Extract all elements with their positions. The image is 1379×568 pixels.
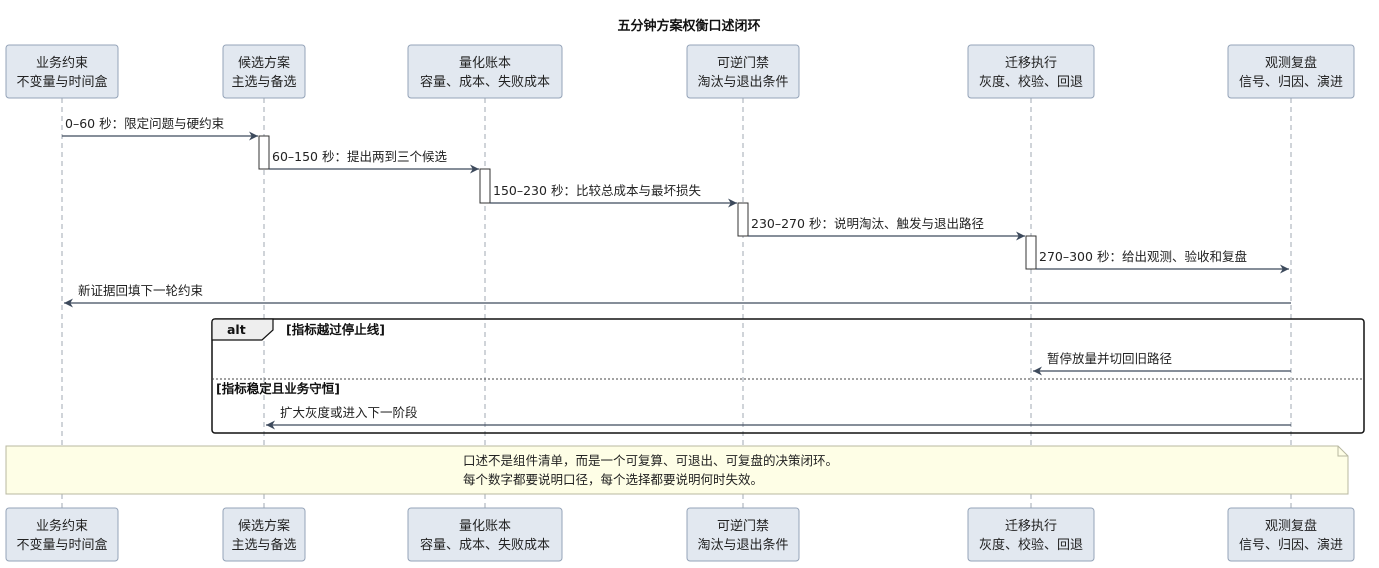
participant-box xyxy=(222,507,306,562)
activation-bar-p3 xyxy=(737,202,749,237)
participant-subtitle: 信号、归因、演进 xyxy=(1239,537,1343,553)
participant-subtitle: 容量、成本、失败成本 xyxy=(420,537,550,553)
activation-bar-p4 xyxy=(1025,235,1037,270)
participant-subtitle: 不变量与时间盒 xyxy=(16,74,107,90)
participant-name: 量化账本 xyxy=(459,56,511,71)
participant-subtitle: 主选与备选 xyxy=(231,537,296,553)
activation-bar-p2 xyxy=(479,168,491,204)
participant-box xyxy=(5,507,119,562)
activation-bar-p1 xyxy=(258,135,270,170)
participant-box xyxy=(1227,507,1355,562)
message-label: 230–270 秒：说明淘汰、触发与退出路径 xyxy=(751,216,984,231)
alt-keyword: alt xyxy=(227,322,246,337)
participant-name: 业务约束 xyxy=(36,518,88,534)
participant-subtitle: 主选与备选 xyxy=(231,74,296,90)
participant-name: 迁移执行 xyxy=(1005,56,1057,71)
message: 230–270 秒：说明淘汰、触发与退出路径 xyxy=(748,216,1025,241)
participant-name: 候选方案 xyxy=(238,518,290,534)
participant-subtitle: 灰度、校验、回退 xyxy=(979,74,1083,90)
note-line-2: 每个数字都要说明口径，每个选择都要说明何时失效。 xyxy=(463,472,763,487)
participant-box xyxy=(407,507,563,562)
participant-name: 可逆门禁 xyxy=(717,55,769,71)
message: 60–150 秒：提出两到三个候选 xyxy=(269,149,479,174)
alt-messages: 暂停放量并切回旧路径扩大灰度或进入下一阶段 xyxy=(266,351,1291,430)
participant-subtitle: 信号、归因、演进 xyxy=(1239,74,1343,90)
participant-subtitle: 淘汰与退出条件 xyxy=(697,74,788,90)
message-label: 新证据回填下一轮约束 xyxy=(78,283,204,298)
participant-box xyxy=(5,44,119,99)
note: 口述不是组件清单，而是一个可复算、可退出、可复盘的决策闭环。 每个数字都要说明口… xyxy=(5,445,1349,495)
message: 0–60 秒：限定问题与硬约束 xyxy=(62,116,258,141)
participant-top-p1: 候选方案主选与备选 xyxy=(222,44,306,99)
participant-name: 候选方案 xyxy=(238,55,290,71)
participant-box xyxy=(407,44,563,99)
alt-guard-2: [指标稳定且业务守恒] xyxy=(216,381,340,396)
diagram-title: 五分钟方案权衡口述闭环 xyxy=(617,18,760,34)
participant-bottom-p4: 迁移执行灰度、校验、回退 xyxy=(967,507,1095,562)
message-label: 270–300 秒：给出观测、验收和复盘 xyxy=(1039,249,1247,264)
participant-box xyxy=(967,507,1095,562)
participant-name: 业务约束 xyxy=(36,55,88,71)
sequence-diagram: 五分钟方案权衡口述闭环 业务约束不变量与时间盒候选方案主选与备选量化账本容量、成… xyxy=(5,18,1365,562)
participants-top: 业务约束不变量与时间盒 候选方案主选与备选 量化账本容量、成本、失败成本 可逆门禁淘汰… xyxy=(5,44,1355,99)
participants-bottom: 业务约束不变量与时间盒 候选方案主选与备选 量化账本容量、成本、失败成本 可逆门禁淘汰… xyxy=(5,507,1355,562)
message: 150–230 秒：比较总成本与最坏损失 xyxy=(490,183,737,208)
participant-name: 观测复盘 xyxy=(1265,55,1317,71)
participant-subtitle: 容量、成本、失败成本 xyxy=(420,74,550,90)
participant-name: 迁移执行 xyxy=(1005,519,1057,534)
message: 270–300 秒：给出观测、验收和复盘 xyxy=(1036,249,1289,274)
message: 暂停放量并切回旧路径 xyxy=(1033,351,1291,376)
participant-box xyxy=(222,44,306,99)
participant-box xyxy=(967,44,1095,99)
message: 新证据回填下一轮约束 xyxy=(64,283,1291,308)
participant-top-p5: 观测复盘信号、归因、演进 xyxy=(1227,44,1355,99)
participant-box xyxy=(1227,44,1355,99)
participant-top-p4: 迁移执行灰度、校验、回退 xyxy=(967,44,1095,99)
participant-subtitle: 灰度、校验、回退 xyxy=(979,537,1083,553)
participant-box xyxy=(686,44,800,99)
participant-subtitle: 不变量与时间盒 xyxy=(16,537,107,553)
message: 扩大灰度或进入下一阶段 xyxy=(266,405,1291,430)
message-label: 150–230 秒：比较总成本与最坏损失 xyxy=(493,183,701,198)
participant-name: 可逆门禁 xyxy=(717,518,769,534)
participant-bottom-p0: 业务约束不变量与时间盒 xyxy=(5,507,119,562)
participant-top-p3: 可逆门禁淘汰与退出条件 xyxy=(686,44,800,99)
participant-box xyxy=(686,507,800,562)
message-label: 暂停放量并切回旧路径 xyxy=(1047,351,1172,366)
note-line-1: 口述不是组件清单，而是一个可复算、可退出、可复盘的决策闭环。 xyxy=(463,453,838,468)
messages: 0–60 秒：限定问题与硬约束 60–150 秒：提出两到三个候选 150–230 … xyxy=(62,116,1291,308)
participant-name: 观测复盘 xyxy=(1265,518,1317,534)
message-label: 60–150 秒：提出两到三个候选 xyxy=(272,149,447,164)
message-label: 扩大灰度或进入下一阶段 xyxy=(280,405,418,420)
participant-top-p2: 量化账本容量、成本、失败成本 xyxy=(407,44,563,99)
participant-bottom-p3: 可逆门禁淘汰与退出条件 xyxy=(686,507,800,562)
participant-top-p0: 业务约束不变量与时间盒 xyxy=(5,44,119,99)
participant-name: 量化账本 xyxy=(459,519,511,534)
participant-bottom-p2: 量化账本容量、成本、失败成本 xyxy=(407,507,563,562)
participant-bottom-p5: 观测复盘信号、归因、演进 xyxy=(1227,507,1355,562)
alt-guard-1: [指标越过停止线] xyxy=(286,322,385,337)
participant-subtitle: 淘汰与退出条件 xyxy=(697,537,788,553)
message-label: 0–60 秒：限定问题与硬约束 xyxy=(65,116,225,131)
participant-bottom-p1: 候选方案主选与备选 xyxy=(222,507,306,562)
